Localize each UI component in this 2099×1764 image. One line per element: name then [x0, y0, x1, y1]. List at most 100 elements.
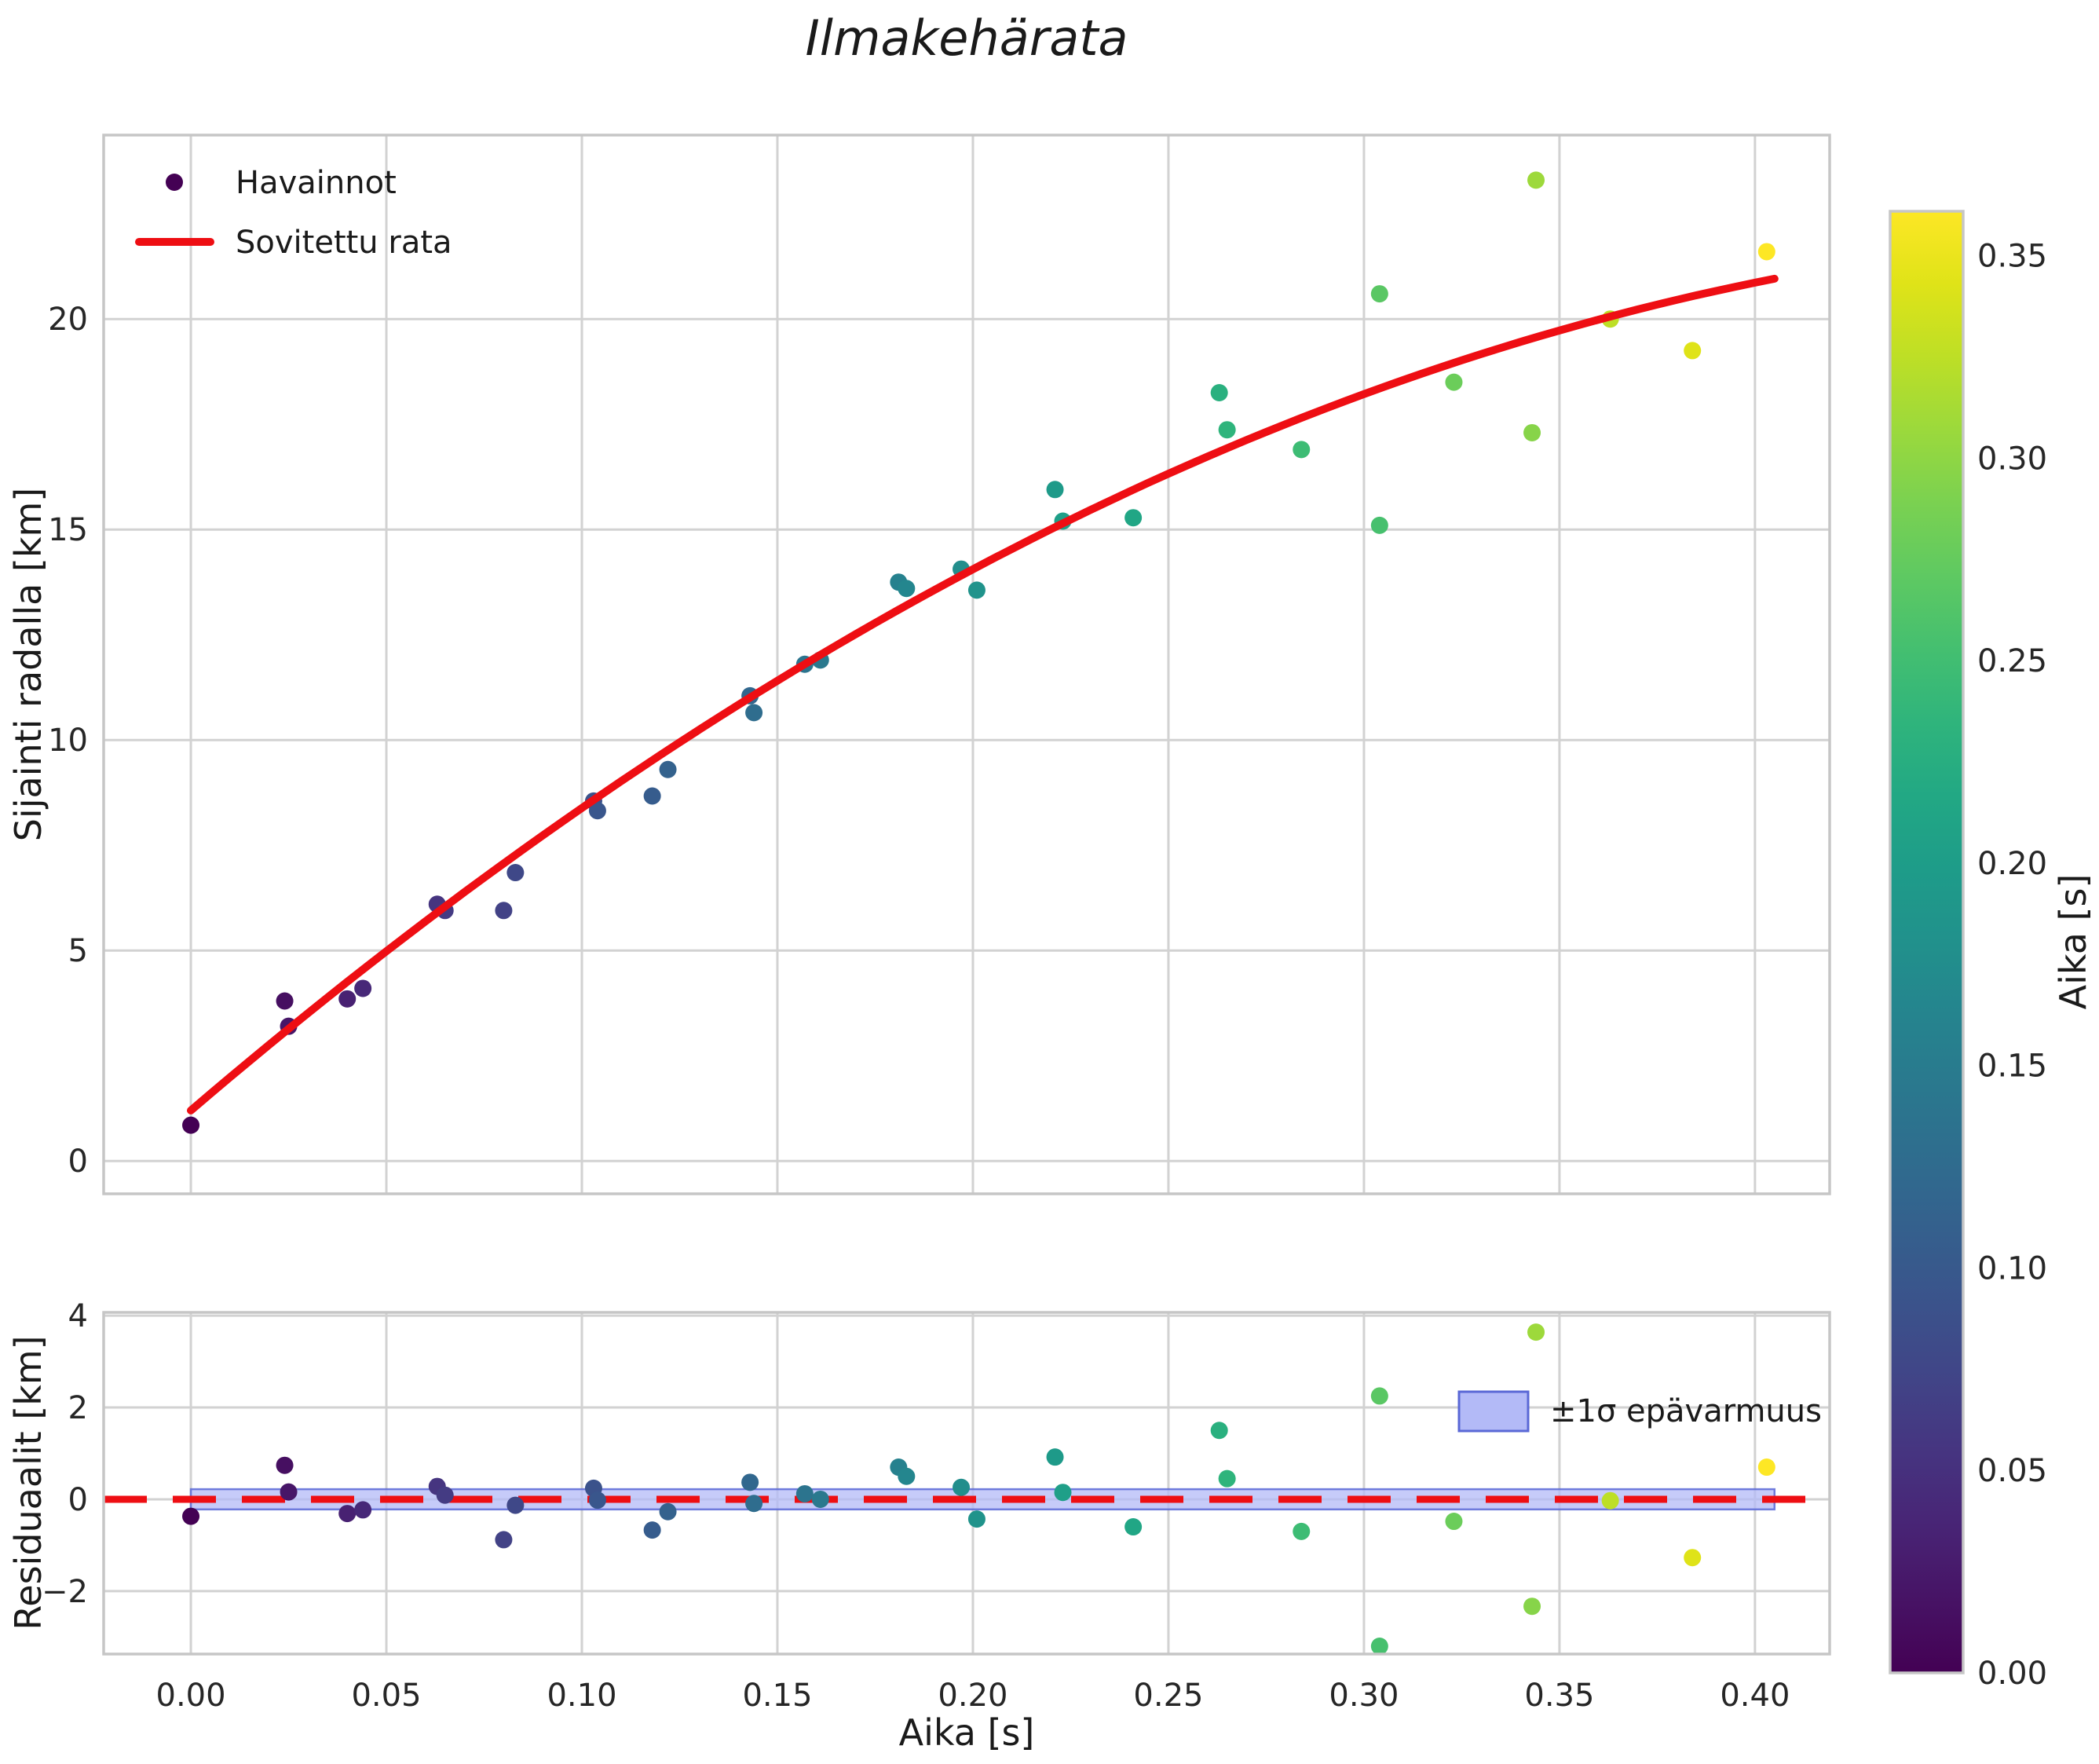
residual-point [1218, 1469, 1236, 1488]
x-tick-label: 0.35 [1524, 1678, 1594, 1714]
legend-label-band: ±1σ epävarmuus [1550, 1393, 1822, 1429]
y-tick-label: 10 [48, 723, 88, 759]
data-point [643, 787, 661, 805]
data-point [967, 581, 986, 599]
chart-render-root: 05101520−20240.00 0.05 0.10 0.15 0.20 0.25 0.3… [42, 134, 2047, 1714]
figure-title: Ilmakehärata [805, 9, 1128, 67]
x-tick-label: 0.00 [156, 1678, 226, 1714]
residual-point [1293, 1522, 1311, 1540]
uncertainty-band [189, 1488, 1776, 1511]
data-point [898, 580, 916, 598]
data-point [1757, 243, 1775, 261]
data-point [1124, 509, 1143, 527]
colorbar-gradient [1890, 211, 1963, 1673]
y-tick-label: 0 [68, 1482, 88, 1518]
residual-point [1370, 1387, 1388, 1405]
colorbar-tick-label: 0.15 [1977, 1049, 2047, 1085]
panel-residuals: −20240.00 0.05 0.10 0.15 0.20 0.25 0.30 0.35 0.4… [42, 1298, 1831, 1714]
legend-label-sovitettu-rata: Sovitettu rata [236, 225, 452, 261]
residual-point [436, 1486, 454, 1504]
residual-point [1370, 1638, 1388, 1656]
residual-point [506, 1496, 525, 1514]
x-axis-label: Aika [s] [899, 1711, 1035, 1754]
x-tick-label: 0.10 [547, 1678, 616, 1714]
x-tick-label: 0.25 [1133, 1678, 1203, 1714]
data-point [495, 902, 513, 920]
residual-point [898, 1467, 916, 1485]
residual-point [1210, 1422, 1228, 1440]
data-point [182, 1116, 200, 1134]
x-tick-label: 0.30 [1329, 1678, 1399, 1714]
residual-y-axis-label: Residuaalit [km] [7, 1335, 49, 1630]
colorbar-tick-label: 0.00 [1977, 1656, 2047, 1692]
data-point [1370, 516, 1388, 534]
colorbar-label: Aika [s] [2052, 874, 2094, 1010]
data-point [354, 979, 372, 997]
colorbar-tick-label: 0.20 [1977, 846, 2047, 882]
data-point [745, 704, 763, 722]
residual-point [276, 1456, 294, 1474]
residual-point [1601, 1491, 1619, 1510]
panel-main: 0 5 10 15 20 [48, 134, 1831, 1195]
x-tick-label: 0.20 [938, 1678, 1007, 1714]
residual-point [953, 1478, 971, 1496]
figure: 0 5 10 15 20 −2 0 2 4 0.00 0.05 0.10 0.15 0.20 0.25 0.3… [0, 0, 2099, 1764]
x-tick-label: 0.40 [1720, 1678, 1790, 1714]
residual-point [643, 1521, 661, 1539]
chart-canvas: 05101520−20240.00 0.05 0.10 0.15 0.20 0.25 0.3… [7, 9, 2094, 1754]
data-point [276, 992, 294, 1010]
residual-point [811, 1490, 829, 1508]
data-point [338, 990, 357, 1008]
data-point [659, 760, 677, 778]
colorbar-tick-label: 0.10 [1977, 1250, 2047, 1286]
residual-point [182, 1507, 200, 1525]
residual-point [1684, 1549, 1702, 1567]
residual-point [741, 1473, 759, 1491]
data-point [1293, 441, 1311, 459]
colorbar-tick-label: 0.30 [1977, 441, 2047, 477]
residual-point [1054, 1484, 1072, 1502]
colorbar-tick-label: 0.05 [1977, 1453, 2047, 1489]
data-point [506, 864, 525, 882]
data-point [1218, 421, 1236, 439]
residual-point [795, 1484, 814, 1502]
data-point [1046, 481, 1064, 499]
residual-point [1046, 1448, 1064, 1466]
legend-band-patch [1457, 1390, 1530, 1433]
y-tick-label: 2 [68, 1390, 88, 1426]
residual-point [745, 1495, 763, 1513]
residual-point [354, 1501, 372, 1519]
legend-label-havainnot: Havainnot [236, 165, 397, 201]
data-point [1527, 171, 1545, 189]
residual-point [588, 1491, 606, 1510]
y-tick-label: 5 [68, 933, 88, 969]
colorbar: 0.00 0.05 0.10 0.15 0.20 0.25 0.30 0.35 [1889, 210, 2047, 1692]
y-tick-label: 0 [68, 1144, 88, 1180]
data-point [1370, 285, 1388, 303]
plot-area [104, 135, 1830, 1194]
residual-point [1445, 1513, 1463, 1531]
data-point [1523, 423, 1541, 441]
residual-point [967, 1510, 986, 1528]
y-tick-label: 4 [68, 1298, 88, 1334]
x-tick-label: 0.05 [351, 1678, 421, 1714]
residual-point [1527, 1323, 1545, 1341]
x-tick-label: 0.15 [742, 1678, 812, 1714]
residual-legend: ±1σ epävarmuus [1457, 1390, 1822, 1433]
residual-point [338, 1505, 357, 1523]
y-tick-label: 20 [48, 302, 88, 338]
data-point [1684, 342, 1702, 360]
y-tick-label: 15 [48, 512, 88, 548]
residual-point [495, 1531, 513, 1549]
residual-point [1124, 1518, 1143, 1536]
data-point [1445, 373, 1463, 391]
residual-point [659, 1502, 677, 1521]
residual-point [1523, 1597, 1541, 1616]
main-y-axis-label: Sijainti radalla [km] [7, 488, 49, 842]
colorbar-tick-label: 0.35 [1977, 239, 2047, 275]
residual-point [1757, 1458, 1775, 1477]
legend-point-marker [166, 174, 183, 191]
residual-point [280, 1483, 298, 1501]
colorbar-tick-label: 0.25 [1977, 643, 2047, 679]
data-point [1210, 384, 1228, 402]
